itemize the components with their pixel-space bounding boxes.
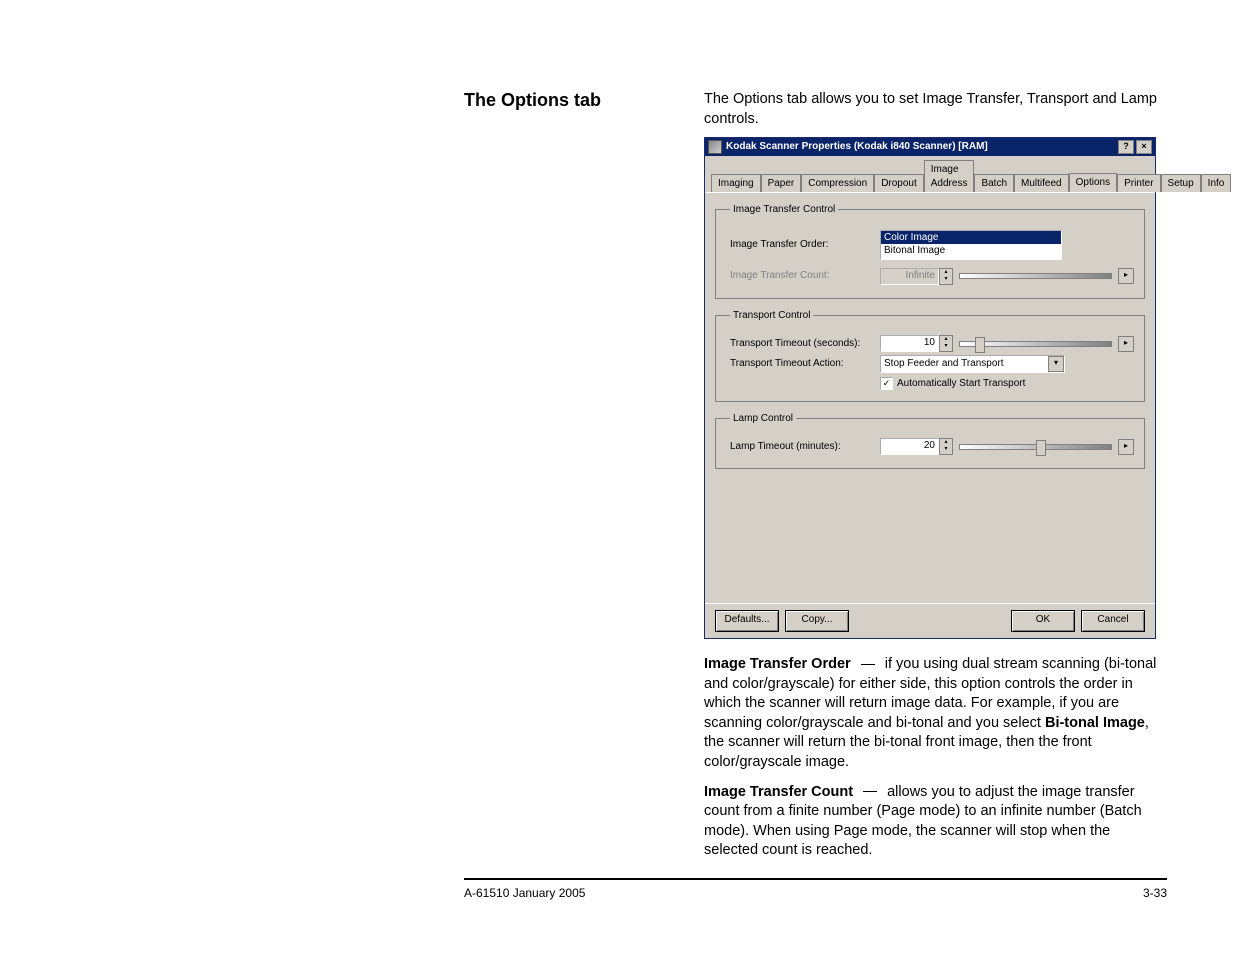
- paragraph-transfer-order: Image Transfer Order if you using dual s…: [704, 655, 1164, 772]
- tab-options[interactable]: Options: [1069, 173, 1117, 193]
- cancel-button[interactable]: Cancel: [1081, 610, 1145, 632]
- footer-left: A-61510 January 2005: [464, 886, 585, 900]
- transport-timeout-slider[interactable]: [959, 341, 1112, 347]
- transfer-count-spinner: ▴▾: [939, 268, 953, 285]
- dialog-window: Kodak Scanner Properties (Kodak i840 Sca…: [704, 137, 1156, 639]
- tab-info[interactable]: Info: [1201, 174, 1232, 193]
- label-transport-timeout: Transport Timeout (seconds):: [730, 337, 880, 351]
- lamp-timeout-slider[interactable]: [959, 444, 1112, 450]
- group-title-image-transfer: Image Transfer Control: [730, 203, 838, 217]
- tab-paper[interactable]: Paper: [761, 174, 802, 193]
- slider-thumb[interactable]: [975, 337, 985, 353]
- transfer-count-slider: [959, 273, 1112, 279]
- slider-right-arrow: ▸: [1118, 268, 1134, 284]
- intro-text: The Options tab allows you to set Image …: [704, 90, 1164, 129]
- transport-timeout-field[interactable]: 10: [880, 335, 939, 352]
- titlebar: Kodak Scanner Properties (Kodak i840 Sca…: [705, 138, 1155, 156]
- slider-right-arrow[interactable]: ▸: [1118, 336, 1134, 352]
- slider-thumb[interactable]: [1036, 440, 1046, 456]
- tab-setup[interactable]: Setup: [1161, 174, 1201, 193]
- transport-action-combo[interactable]: Stop Feeder and Transport ▾: [880, 355, 1065, 373]
- lamp-timeout-spinner[interactable]: ▴▾: [939, 438, 953, 455]
- close-button[interactable]: ×: [1136, 140, 1152, 154]
- chevron-down-icon[interactable]: ▾: [1048, 356, 1064, 372]
- defaults-button[interactable]: Defaults...: [715, 610, 779, 632]
- ok-button[interactable]: OK: [1011, 610, 1075, 632]
- label-transfer-order: Image Transfer Order:: [730, 238, 880, 252]
- tab-batch[interactable]: Batch: [974, 174, 1014, 193]
- lamp-timeout-field[interactable]: 20: [880, 438, 939, 455]
- tab-multifeed[interactable]: Multifeed: [1014, 174, 1069, 193]
- transfer-order-listbox[interactable]: Color Image Bitonal Image: [880, 230, 1062, 260]
- emdash-icon: [863, 791, 877, 792]
- group-lamp: Lamp Control Lamp Timeout (minutes): 20 …: [715, 412, 1145, 470]
- auto-start-label: Automatically Start Transport: [897, 377, 1025, 391]
- checkbox-icon[interactable]: ✓: [880, 377, 893, 390]
- transfer-count-field: Infinite: [880, 268, 939, 285]
- section-heading: The Options tab: [464, 50, 704, 111]
- help-button[interactable]: ?: [1118, 140, 1134, 154]
- tab-compression[interactable]: Compression: [801, 174, 874, 193]
- label-lamp-timeout: Lamp Timeout (minutes):: [730, 440, 880, 454]
- copy-button[interactable]: Copy...: [785, 610, 849, 632]
- emdash-icon: [861, 664, 875, 665]
- group-title-lamp: Lamp Control: [730, 412, 796, 426]
- tab-imaging[interactable]: Imaging: [711, 174, 761, 193]
- tab-dropout[interactable]: Dropout: [874, 174, 924, 193]
- window-icon: [708, 140, 722, 154]
- paragraph-transfer-count: Image Transfer Count allows you to adjus…: [704, 783, 1164, 861]
- dialog-footer: Defaults... Copy... OK Cancel: [705, 603, 1155, 638]
- label-transfer-count: Image Transfer Count:: [730, 269, 880, 283]
- slider-right-arrow[interactable]: ▸: [1118, 439, 1134, 455]
- combo-value: Stop Feeder and Transport: [884, 357, 1004, 371]
- group-image-transfer: Image Transfer Control Image Transfer Or…: [715, 203, 1145, 299]
- auto-start-checkbox-row[interactable]: ✓ Automatically Start Transport: [880, 377, 1134, 391]
- transport-timeout-spinner[interactable]: ▴▾: [939, 335, 953, 352]
- group-title-transport: Transport Control: [730, 309, 813, 323]
- label-transport-action: Transport Timeout Action:: [730, 357, 880, 371]
- tab-image-address[interactable]: Image Address: [924, 160, 975, 192]
- footer-right: 3-33: [1143, 886, 1167, 900]
- list-item[interactable]: Color Image: [881, 231, 1061, 244]
- window-title: Kodak Scanner Properties (Kodak i840 Sca…: [726, 140, 988, 154]
- list-item[interactable]: Bitonal Image: [881, 244, 1061, 257]
- tab-printer[interactable]: Printer: [1117, 174, 1160, 193]
- tab-strip: Imaging Paper Compression Dropout Image …: [705, 156, 1155, 193]
- footer-rule: [464, 878, 1167, 880]
- group-transport: Transport Control Transport Timeout (sec…: [715, 309, 1145, 402]
